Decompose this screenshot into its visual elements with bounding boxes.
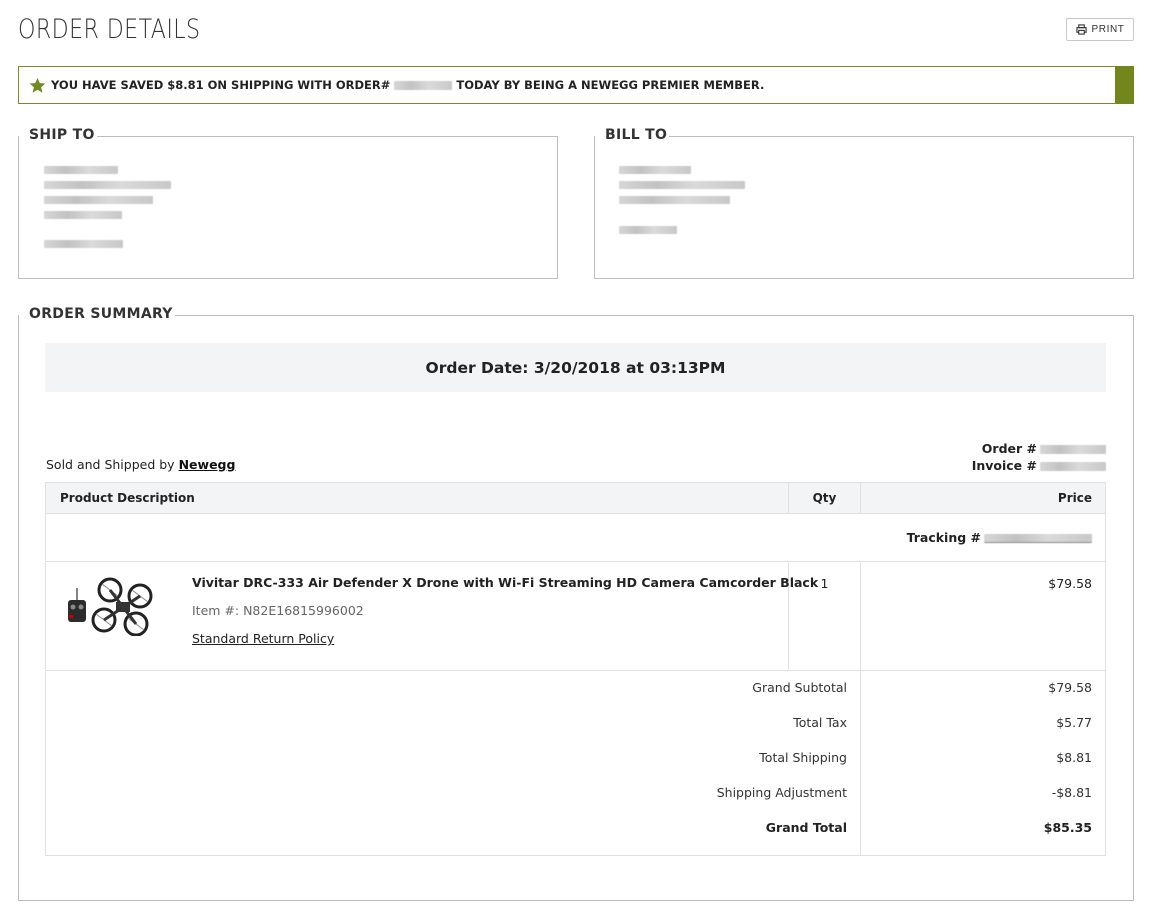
seller-link[interactable]: Newegg bbox=[179, 457, 236, 472]
table-row: Vivitar DRC-333 Air Defender X Drone wit… bbox=[45, 561, 1106, 671]
print-button[interactable]: PRINT bbox=[1066, 18, 1134, 41]
banner-text-before: YOU HAVE SAVED $8.81 ON SHIPPING WITH OR… bbox=[51, 78, 391, 92]
ship-to-box: SHIP TO bbox=[18, 127, 558, 279]
redacted-order-number bbox=[1040, 445, 1106, 454]
redacted-order-number bbox=[394, 80, 453, 90]
col-product-description: Product Description bbox=[45, 482, 789, 514]
print-label: PRINT bbox=[1091, 24, 1125, 35]
product-name-link[interactable]: Vivitar DRC-333 Air Defender X Drone wit… bbox=[192, 575, 818, 590]
tracking-label: Tracking # bbox=[906, 530, 981, 545]
page-title: ORDER DETAILS bbox=[18, 14, 201, 45]
grand-subtotal-label: Grand Subtotal bbox=[752, 680, 847, 695]
order-identifiers: Order # Invoice # bbox=[972, 440, 1106, 474]
bill-to-box: BILL TO bbox=[594, 127, 1134, 279]
redacted-address-line bbox=[619, 196, 730, 204]
order-number-label: Order # bbox=[981, 441, 1037, 456]
ship-to-title: SHIP TO bbox=[19, 127, 97, 143]
star-icon bbox=[29, 77, 46, 93]
grand-subtotal-value: $79.58 bbox=[1048, 680, 1092, 695]
drone-product-image[interactable] bbox=[60, 576, 156, 636]
redacted-address-line bbox=[619, 166, 691, 174]
item-number: Item #: N82E16815996002 bbox=[192, 603, 364, 618]
order-summary-box: ORDER SUMMARY Order Date: 3/20/2018 at 0… bbox=[18, 306, 1134, 901]
shipping-adjustment-label: Shipping Adjustment bbox=[716, 785, 847, 800]
redacted-address-line bbox=[619, 181, 745, 189]
total-shipping-value: $8.81 bbox=[1056, 750, 1092, 765]
redacted-address-line bbox=[44, 166, 118, 174]
total-tax-value: $5.77 bbox=[1056, 715, 1092, 730]
grand-total-value: $85.35 bbox=[1043, 820, 1092, 835]
product-cell: Vivitar DRC-333 Air Defender X Drone wit… bbox=[45, 561, 818, 671]
totals-row: Grand Subtotal Total Tax Total Shipping … bbox=[45, 670, 1106, 856]
printer-icon bbox=[1075, 24, 1087, 35]
banner-text-after: TODAY BY BEING A NEWEGG PREMIER MEMBER. bbox=[456, 78, 765, 92]
order-items-table: Product Description Qty Price Tracking # bbox=[45, 482, 1106, 856]
redacted-invoice-number bbox=[1040, 462, 1106, 471]
item-price: $79.58 bbox=[860, 561, 1106, 671]
redacted-phone bbox=[44, 240, 123, 248]
tracking-row: Tracking # bbox=[45, 513, 1106, 562]
col-price: Price bbox=[860, 482, 1106, 514]
totals-values: $79.58 $5.77 $8.81 -$8.81 $85.35 bbox=[860, 670, 1106, 856]
order-summary-title: ORDER SUMMARY bbox=[19, 306, 175, 322]
sold-by-prefix: Sold and Shipped by bbox=[46, 457, 175, 472]
return-policy-link[interactable]: Standard Return Policy bbox=[192, 631, 334, 646]
tracking-number-link[interactable] bbox=[984, 534, 1092, 543]
sold-by: Sold and Shipped by Newegg bbox=[46, 457, 235, 472]
premier-savings-banner: YOU HAVE SAVED $8.81 ON SHIPPING WITH OR… bbox=[18, 66, 1134, 104]
redacted-address-line bbox=[44, 196, 153, 204]
banner-accent-bar bbox=[1115, 66, 1134, 104]
total-tax-label: Total Tax bbox=[793, 715, 847, 730]
total-shipping-label: Total Shipping bbox=[759, 750, 847, 765]
redacted-phone bbox=[619, 226, 677, 234]
col-qty: Qty bbox=[788, 482, 861, 514]
redacted-address-line bbox=[44, 211, 122, 219]
shipping-adjustment-value: -$8.81 bbox=[1051, 785, 1092, 800]
grand-total-label: Grand Total bbox=[765, 820, 847, 835]
redacted-address-line bbox=[44, 181, 171, 189]
invoice-number-label: Invoice # bbox=[971, 458, 1037, 473]
order-date: Order Date: 3/20/2018 at 03:13PM bbox=[45, 343, 1106, 392]
bill-to-title: BILL TO bbox=[595, 127, 670, 143]
table-header-row: Product Description Qty Price bbox=[45, 482, 1106, 514]
totals-labels: Grand Subtotal Total Tax Total Shipping … bbox=[45, 670, 861, 856]
